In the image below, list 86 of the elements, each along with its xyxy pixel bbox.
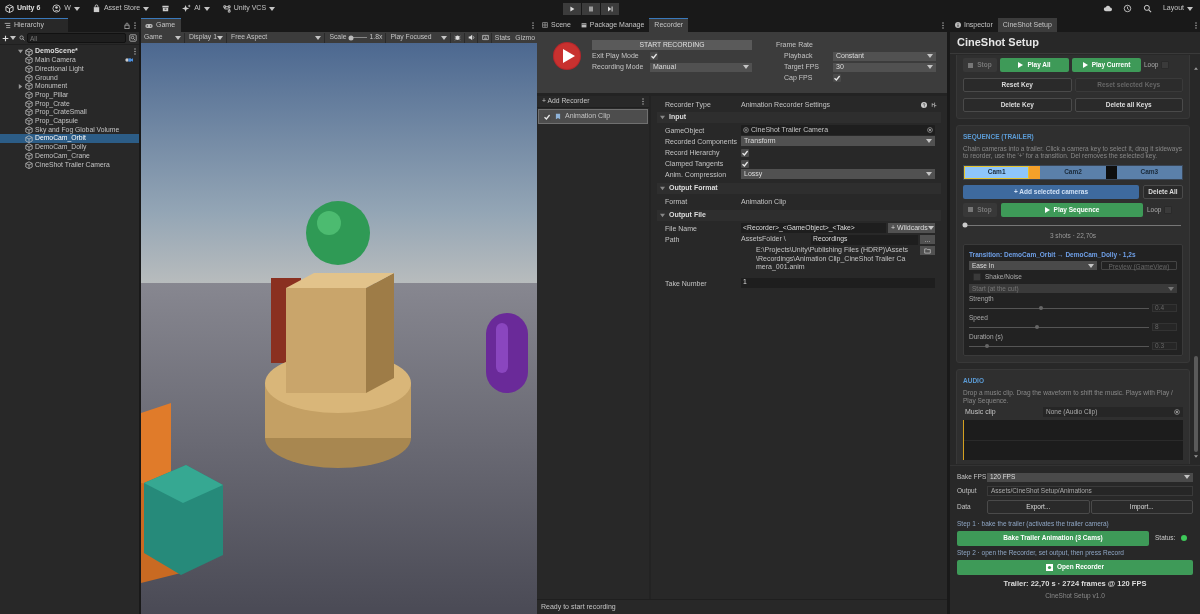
transition-key[interactable]: [1105, 165, 1117, 179]
caret-icon: [1168, 286, 1174, 291]
target-icon: [927, 127, 933, 133]
caret-icon: [143, 6, 150, 11]
play-icon: [1044, 206, 1050, 213]
scroll-up-icon: [1193, 67, 1198, 70]
panel-title: CineShot Setup: [957, 35, 1039, 51]
caret-icon: [926, 172, 932, 176]
history-icon: [1123, 4, 1133, 13]
caret-icon: [927, 54, 933, 58]
cloud-icon: [1103, 4, 1113, 13]
caret-icon: [174, 35, 181, 40]
slider-thumb[interactable]: [962, 222, 968, 228]
record-play-icon[interactable]: [552, 41, 582, 71]
caret-icon: [203, 6, 210, 11]
search-icon: [19, 35, 25, 41]
object-icon: [743, 127, 749, 133]
caret-icon: [1184, 475, 1190, 479]
search-button[interactable]: [1142, 3, 1153, 14]
expanded-arrow-icon: [660, 186, 665, 191]
stop-icon: [968, 207, 974, 213]
caret-icon: [440, 35, 447, 40]
speaker-icon: [467, 34, 475, 41]
recorder-enabled-checkbox[interactable]: [543, 112, 551, 121]
caret-icon: [1187, 6, 1193, 11]
step-button[interactable]: [601, 2, 619, 15]
archive-icon: [161, 4, 171, 13]
help-icon: [921, 102, 927, 108]
play-icon: [1018, 62, 1024, 68]
collapsed-arrow-icon: [18, 83, 23, 89]
branch-icon: [221, 4, 231, 13]
unity-logo-icon: [5, 4, 14, 13]
bug-icon: [454, 34, 462, 41]
caret-icon: [927, 65, 933, 69]
stop-icon: [968, 62, 974, 68]
keyboard-icon: [481, 34, 489, 41]
expanded-arrow-icon: [660, 115, 665, 120]
sparkle-icon: [182, 4, 192, 13]
expanded-arrow-icon: [18, 49, 23, 54]
info-icon: [955, 22, 961, 28]
slider-thumb[interactable]: [348, 35, 354, 40]
play-button[interactable]: [563, 2, 581, 15]
lock-icon: [124, 21, 130, 29]
slider-thumb[interactable]: [985, 344, 989, 349]
pause-icon: [587, 4, 595, 13]
caret-icon: [217, 35, 223, 40]
expanded-arrow-icon: [660, 213, 665, 218]
gamepad-icon: [145, 22, 153, 29]
scroll-down-icon: [1193, 455, 1198, 458]
caret-icon: [743, 65, 749, 69]
create-dropdown[interactable]: [2, 33, 16, 43]
transition-key[interactable]: [1029, 165, 1041, 179]
search-icon: [1143, 4, 1153, 13]
slider-thumb[interactable]: [1035, 325, 1040, 330]
clip-icon: [555, 113, 561, 120]
step-icon: [606, 4, 614, 13]
plus-icon: [2, 34, 9, 42]
bag-icon: [91, 4, 101, 13]
caret-icon: [1088, 263, 1094, 268]
account-icon: [52, 4, 62, 13]
caret-icon: [927, 226, 934, 230]
box-icon: [580, 22, 587, 28]
caret-icon: [315, 35, 322, 40]
checkbox[interactable]: [973, 273, 981, 282]
caret-icon: [269, 6, 276, 11]
target-icon: [1174, 409, 1180, 415]
cloud-button[interactable]: [1102, 3, 1113, 14]
preset-icon: [931, 102, 937, 108]
caret-icon: [73, 6, 80, 11]
debug-toggle-button[interactable]: [451, 32, 465, 43]
play-icon: [1082, 62, 1088, 68]
scrollbar-thumb[interactable]: [1193, 356, 1198, 452]
play-icon: [568, 4, 576, 13]
camera-icon: [125, 57, 133, 64]
filter-icon: [129, 34, 137, 42]
slider-thumb[interactable]: [1039, 306, 1043, 311]
list-icon: [4, 22, 11, 29]
caret-icon: [10, 36, 16, 40]
caret-icon: [926, 139, 932, 143]
record-icon: [1046, 563, 1053, 571]
pause-button[interactable]: [582, 2, 600, 15]
keyboard-toggle-button[interactable]: [479, 32, 492, 43]
open-folder-button[interactable]: [920, 246, 935, 255]
grid-icon: [542, 22, 548, 28]
folder-icon: [924, 247, 931, 254]
history-button[interactable]: [1122, 3, 1133, 14]
